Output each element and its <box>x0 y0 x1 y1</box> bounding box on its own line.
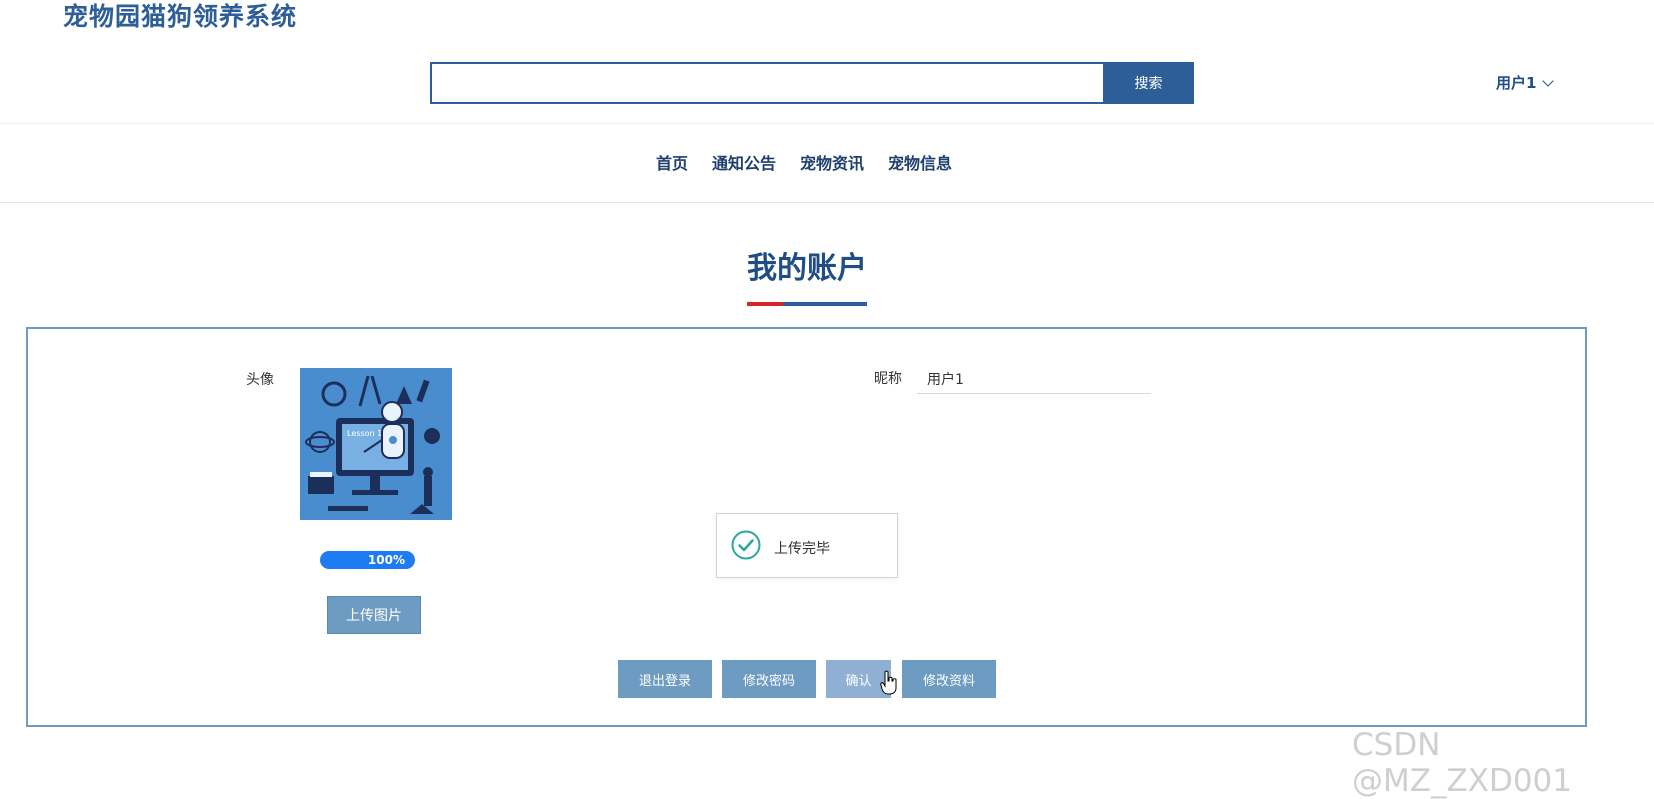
robot-teacher-illustration: Lesson 1 <box>300 368 452 520</box>
search-input[interactable] <box>430 62 1112 104</box>
hand-cursor-icon <box>880 670 897 695</box>
nav-divider <box>0 202 1654 203</box>
header-divider <box>0 123 1654 124</box>
change-password-button[interactable]: 修改密码 <box>722 660 816 698</box>
user-menu-label: 用户1 <box>1496 74 1537 92</box>
nav-item-pet-news[interactable]: 宠物资讯 <box>800 150 864 174</box>
nav-item-notices[interactable]: 通知公告 <box>712 150 776 174</box>
logout-button[interactable]: 退出登录 <box>618 660 712 698</box>
main-nav: 首页 通知公告 宠物资讯 宠物信息 <box>0 150 1608 174</box>
upload-progress-bar: 100% <box>320 551 415 569</box>
search-button[interactable]: 搜索 <box>1103 62 1194 104</box>
page-title: 我的账户 <box>747 251 867 286</box>
avatar-image[interactable]: Lesson 1 <box>300 368 452 520</box>
check-circle-icon <box>731 530 761 560</box>
chevron-down-icon <box>1542 74 1555 87</box>
site-title: 宠物园猫狗领养系统 <box>63 2 298 31</box>
nav-item-pet-info[interactable]: 宠物信息 <box>888 150 952 174</box>
toast-message: 上传完毕 <box>774 541 830 557</box>
edit-profile-button[interactable]: 修改资料 <box>902 660 996 698</box>
nickname-field[interactable] <box>917 364 1151 394</box>
nav-item-home[interactable]: 首页 <box>656 150 688 174</box>
lesson-text: Lesson 1 <box>347 429 382 438</box>
search-bar: 搜索 <box>430 62 1194 104</box>
user-menu[interactable]: 用户1 <box>1496 72 1555 93</box>
upload-progress-text: 100% <box>367 553 405 567</box>
nickname-label: 昵称 <box>874 371 902 387</box>
upload-complete-toast: 上传完毕 <box>716 513 898 578</box>
watermark: CSDN @MZ_ZXD001 <box>1352 727 1572 799</box>
title-underline <box>747 302 867 306</box>
avatar-label: 头像 <box>246 372 274 388</box>
upload-image-button[interactable]: 上传图片 <box>327 596 421 634</box>
